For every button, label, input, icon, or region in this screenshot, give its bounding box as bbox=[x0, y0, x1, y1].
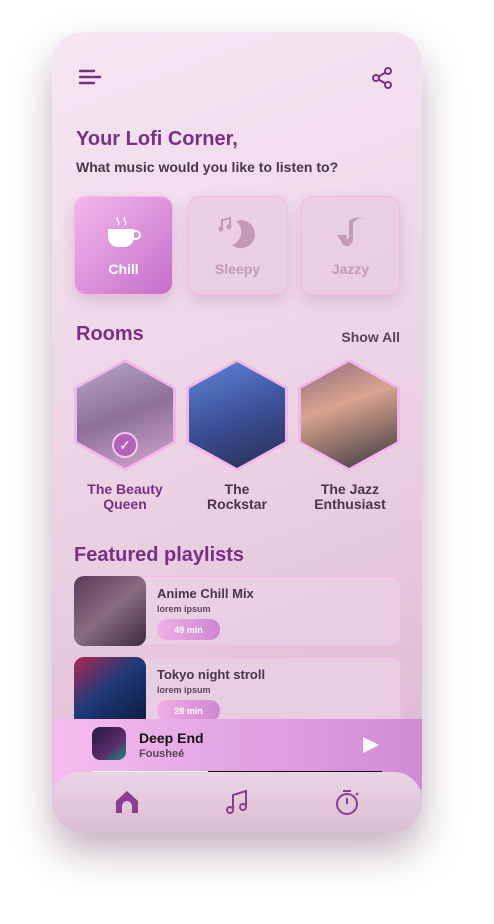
mood-label: Sleepy bbox=[214, 260, 261, 277]
playlists-heading: Featured playlists bbox=[74, 544, 245, 566]
app-screen: Your Lofi Corner, What music would you l… bbox=[52, 32, 422, 832]
duration-badge: 49 min bbox=[157, 619, 220, 640]
playlist-title: Anime Chill Mix bbox=[157, 586, 254, 601]
play-icon bbox=[363, 737, 379, 753]
coffee-cup-icon bbox=[107, 215, 141, 247]
rooms-heading: Rooms bbox=[76, 323, 144, 345]
selected-check-icon: ✓ bbox=[112, 432, 138, 458]
track-artist: Fousheé bbox=[139, 748, 185, 760]
saxophone-icon bbox=[336, 217, 367, 246]
share-button[interactable] bbox=[370, 66, 394, 95]
playlist-subtitle: lorem ipsum bbox=[157, 604, 211, 614]
show-all-link[interactable]: Show All bbox=[341, 329, 400, 345]
mood-sleepy[interactable]: Sleepy bbox=[188, 196, 287, 295]
playlist-card[interactable]: Anime Chill Mix lorem ipsum 49 min bbox=[74, 576, 401, 646]
timer-icon[interactable] bbox=[334, 788, 360, 816]
mood-label: Chill bbox=[108, 260, 139, 277]
hamburger-icon bbox=[78, 69, 102, 85]
playlist-card[interactable]: Tokyo night stroll lorem ipsum 28 min bbox=[74, 657, 401, 727]
room-label: The Jazz Enthusiast bbox=[314, 481, 386, 512]
track-cover bbox=[92, 727, 126, 760]
bottom-nav bbox=[52, 772, 422, 832]
duration-badge: 28 min bbox=[157, 700, 220, 721]
music-note-icon[interactable] bbox=[225, 789, 249, 815]
playlist-cover bbox=[74, 657, 146, 727]
page-subtitle: What music would you like to listen to? bbox=[76, 159, 339, 175]
moon-music-icon bbox=[218, 216, 255, 248]
room-jazz-enthusiast[interactable] bbox=[298, 359, 400, 471]
room-rockstar[interactable] bbox=[186, 359, 288, 471]
track-title: Deep End bbox=[139, 730, 204, 746]
share-icon bbox=[372, 67, 392, 89]
playlist-cover bbox=[74, 576, 146, 646]
room-label: The Rockstar bbox=[207, 481, 267, 512]
playlist-subtitle: lorem ipsum bbox=[157, 685, 211, 695]
mood-jazzy[interactable]: Jazzy bbox=[301, 196, 400, 295]
page-title: Your Lofi Corner, bbox=[76, 128, 238, 150]
room-label: The Beauty Queen bbox=[87, 481, 163, 512]
home-icon[interactable] bbox=[114, 789, 140, 815]
playlist-title: Tokyo night stroll bbox=[157, 667, 266, 682]
menu-button[interactable] bbox=[78, 68, 102, 93]
mood-chill[interactable]: Chill bbox=[74, 196, 173, 295]
mood-label: Jazzy bbox=[331, 260, 370, 277]
play-button[interactable] bbox=[360, 735, 380, 760]
